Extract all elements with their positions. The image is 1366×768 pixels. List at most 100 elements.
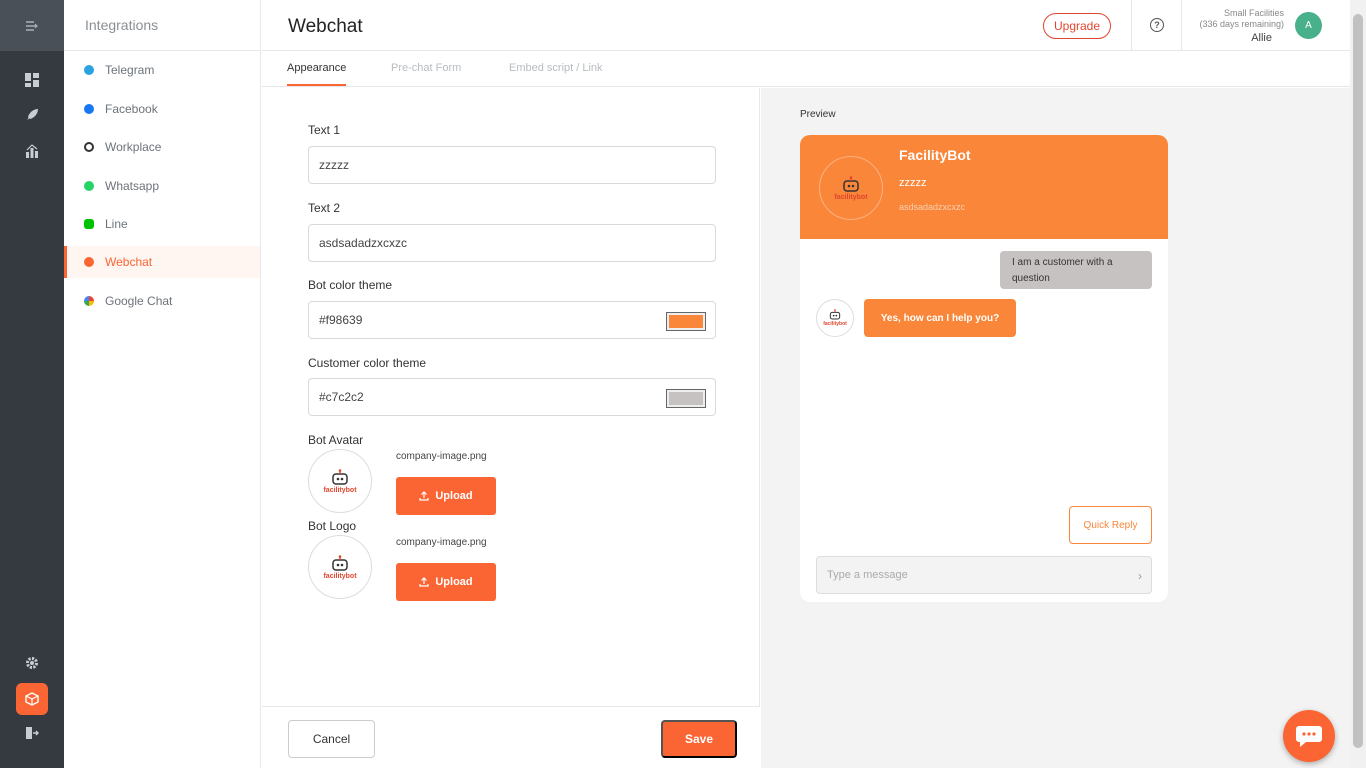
customer-color-swatch[interactable] bbox=[666, 389, 706, 408]
sidebar-item-whatsapp[interactable]: Whatsapp bbox=[64, 170, 260, 202]
customer-message-bubble: I am a customer with a question bbox=[1000, 251, 1152, 289]
header-divider bbox=[1131, 0, 1132, 51]
bot-avatar-filename: company-image.png bbox=[396, 451, 487, 462]
text2-input[interactable]: asdsadadzxcxzc bbox=[308, 224, 716, 262]
page-title: Webchat bbox=[288, 16, 363, 37]
avatar[interactable]: A bbox=[1295, 12, 1322, 39]
google-chat-icon bbox=[84, 296, 94, 306]
chat-header: facilitybot FacilityBot zzzzz asdsadadzx… bbox=[800, 135, 1168, 239]
tab-appearance[interactable]: Appearance bbox=[287, 62, 346, 74]
active-tab-indicator bbox=[287, 84, 346, 86]
help-icon[interactable]: ? bbox=[1150, 18, 1164, 32]
upload-logo-button[interactable]: Upload bbox=[396, 563, 496, 601]
plan-remaining: (336 days remaining) bbox=[1199, 19, 1284, 29]
sidebar-item-label: Workplace bbox=[105, 140, 162, 154]
save-button[interactable]: Save bbox=[661, 720, 737, 758]
text1-input[interactable]: zzzzz bbox=[308, 146, 716, 184]
page-scrollbar[interactable] bbox=[1350, 0, 1366, 768]
bot-avatar-label: Bot Avatar bbox=[308, 433, 364, 447]
customer-color-value: #c7c2c2 bbox=[319, 390, 364, 404]
workplace-icon bbox=[84, 142, 94, 152]
logo-text: facilitybot bbox=[823, 321, 847, 327]
bot-logo-image: facilitybot bbox=[308, 535, 372, 599]
sidebar-item-facebook[interactable]: Facebook bbox=[64, 93, 260, 125]
sidebar-item-label: Telegram bbox=[105, 63, 155, 77]
bot-color-input[interactable]: #f98639 bbox=[308, 301, 716, 339]
logo-text: facilitybot bbox=[323, 572, 357, 580]
chevron-right-icon[interactable]: › bbox=[1138, 569, 1142, 583]
upload-icon bbox=[419, 577, 429, 587]
message-input[interactable]: Type a message › bbox=[816, 556, 1152, 594]
preview-panel: Preview facilitybot FacilityBot zzzzz as… bbox=[761, 88, 1350, 768]
chat-text2: asdsadadzxcxzc bbox=[899, 202, 966, 212]
top-header: Webchat Upgrade ? Small Facilities (336 … bbox=[262, 0, 1350, 51]
upload-label: Upload bbox=[435, 490, 473, 502]
sidebar-item-label: Line bbox=[105, 217, 128, 231]
plan-name: Small Facilities bbox=[1223, 8, 1284, 18]
dashboard-icon[interactable] bbox=[0, 65, 64, 95]
sidebar-item-label: Whatsapp bbox=[105, 179, 160, 193]
upload-avatar-button[interactable]: Upload bbox=[396, 477, 496, 515]
bot-logo-filename: company-image.png bbox=[396, 537, 487, 548]
upload-icon bbox=[419, 491, 429, 501]
webchat-icon bbox=[84, 257, 94, 267]
upgrade-button[interactable]: Upgrade bbox=[1043, 13, 1111, 39]
chat-text1: zzzzz bbox=[899, 177, 927, 189]
floating-chat-button[interactable] bbox=[1283, 710, 1335, 762]
bot-message-bubble: Yes, how can I help you? bbox=[864, 299, 1016, 337]
user-name: Allie bbox=[1251, 32, 1272, 44]
chat-widget-preview: facilitybot FacilityBot zzzzz asdsadadzx… bbox=[800, 135, 1168, 602]
chat-bot-name: FacilityBot bbox=[899, 147, 971, 163]
upload-label: Upload bbox=[435, 576, 473, 588]
chat-bot-avatar: facilitybot bbox=[819, 156, 883, 220]
logo-text: facilitybot bbox=[834, 193, 868, 201]
preview-label: Preview bbox=[800, 109, 836, 120]
bot-logo-label: Bot Logo bbox=[308, 519, 357, 533]
logo-text: facilitybot bbox=[323, 486, 357, 494]
tab-bar: Appearance Pre-chat Form Embed script / … bbox=[262, 52, 1350, 87]
bot-color-value: #f98639 bbox=[319, 313, 363, 327]
chat-bubble-icon bbox=[1296, 726, 1322, 747]
settings-gear-icon[interactable] bbox=[0, 648, 64, 678]
bot-color-label: Bot color theme bbox=[308, 278, 393, 292]
telegram-icon bbox=[84, 65, 94, 75]
tab-embed-script[interactable]: Embed script / Link bbox=[509, 62, 603, 74]
sidebar-item-telegram[interactable]: Telegram bbox=[64, 54, 260, 86]
sidebar-item-label: Webchat bbox=[105, 255, 153, 269]
message-placeholder: Type a message bbox=[827, 569, 908, 581]
sidebar-title: Integrations bbox=[64, 0, 260, 51]
text1-label: Text 1 bbox=[308, 123, 341, 137]
robot-icon bbox=[843, 175, 859, 192]
rocket-icon[interactable] bbox=[0, 100, 64, 130]
quick-reply-button[interactable]: Quick Reply bbox=[1069, 506, 1152, 544]
text2-label: Text 2 bbox=[308, 201, 341, 215]
form-footer: Cancel Save bbox=[262, 706, 760, 768]
plan-info: Small Facilities (336 days remaining) bbox=[1199, 8, 1284, 30]
analytics-icon[interactable] bbox=[0, 136, 64, 166]
sidebar-item-workplace[interactable]: Workplace bbox=[64, 131, 260, 163]
sidebar-item-label: Google Chat bbox=[105, 294, 173, 308]
facebook-icon bbox=[84, 104, 94, 114]
sidebar-item-line[interactable]: Line bbox=[64, 208, 260, 240]
integrations-cube-icon[interactable] bbox=[16, 683, 48, 715]
scrollbar-thumb[interactable] bbox=[1353, 14, 1363, 748]
customer-color-input[interactable]: #c7c2c2 bbox=[308, 378, 716, 416]
sidebar-item-google-chat[interactable]: Google Chat bbox=[64, 285, 260, 317]
logout-icon[interactable] bbox=[0, 718, 64, 748]
customer-color-label: Customer color theme bbox=[308, 356, 427, 370]
robot-icon bbox=[829, 309, 841, 320]
bot-color-swatch[interactable] bbox=[666, 312, 706, 331]
line-icon bbox=[84, 219, 94, 229]
left-rail bbox=[0, 0, 64, 768]
sidebar-item-webchat[interactable]: Webchat bbox=[64, 246, 260, 278]
bot-avatar-image: facilitybot bbox=[308, 449, 372, 513]
cancel-button[interactable]: Cancel bbox=[288, 720, 375, 758]
sidebar-item-label: Facebook bbox=[105, 102, 158, 116]
whatsapp-icon bbox=[84, 181, 94, 191]
bot-message-avatar: facilitybot bbox=[816, 299, 854, 337]
header-divider bbox=[1181, 0, 1182, 51]
robot-icon bbox=[332, 554, 348, 571]
tab-pre-chat-form[interactable]: Pre-chat Form bbox=[391, 62, 461, 74]
appearance-form: Text 1 zzzzz Text 2 asdsadadzxcxzc Bot c… bbox=[262, 88, 760, 768]
menu-toggle[interactable] bbox=[0, 0, 64, 51]
